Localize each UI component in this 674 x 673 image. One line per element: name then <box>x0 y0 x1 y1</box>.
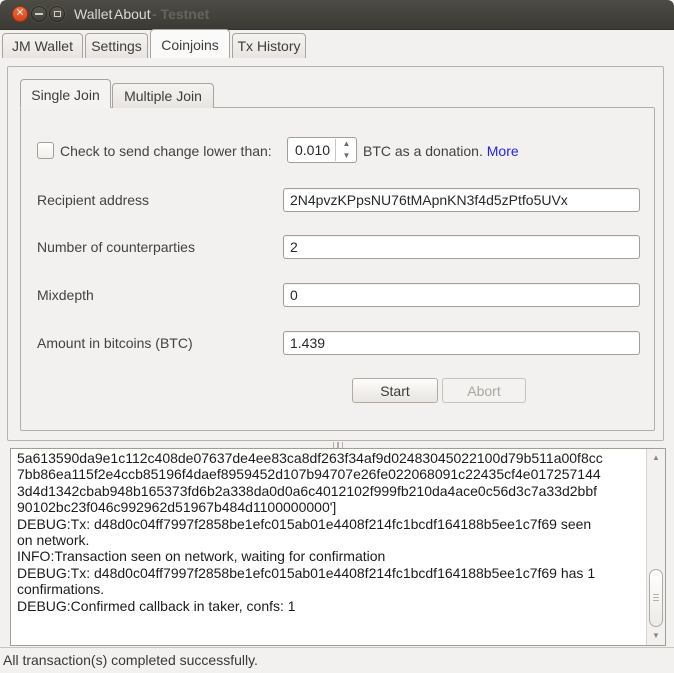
tab-jm-wallet[interactable]: JM Wallet <box>2 33 83 58</box>
splitter-handle[interactable] <box>330 441 346 448</box>
log-text: 5a613590da9e1c112c408de07637de4ee83ca8df… <box>17 450 645 614</box>
amount-btc-label: Amount in bitcoins (BTC) <box>37 335 193 351</box>
mixdepth-input[interactable] <box>283 283 640 307</box>
app-window: ✕ Wallet About - Testnet JM Wallet Setti… <box>0 0 674 673</box>
donation-suffix-label: BTC as a donation. More <box>363 143 519 159</box>
donation-suffix-text: BTC as a donation. <box>363 143 487 159</box>
log-line: confirmations. <box>17 581 645 597</box>
close-icon: ✕ <box>15 8 24 19</box>
start-button[interactable]: Start <box>352 378 438 403</box>
spinner-divider <box>335 139 336 161</box>
log-scrollbar[interactable]: ▲ ▼ <box>646 449 665 645</box>
donation-checkbox-label: Check to send change lower than: <box>60 143 272 159</box>
tab-single-join[interactable]: Single Join <box>20 79 111 108</box>
tab-settings[interactable]: Settings <box>85 33 148 58</box>
log-line: DEBUG:Tx: d48d0c04ff7997f2858be1efc015ab… <box>17 565 645 581</box>
maximize-button[interactable] <box>49 6 65 22</box>
scrollbar-thumb[interactable] <box>649 569 663 627</box>
more-link[interactable]: More <box>487 143 519 159</box>
log-output: 5a613590da9e1c112c408de07637de4ee83ca8df… <box>10 448 666 646</box>
log-line: DEBUG:Confirmed callback in taker, confs… <box>17 598 645 614</box>
status-message: All transaction(s) completed successfull… <box>3 652 258 668</box>
recipient-address-input[interactable] <box>283 188 640 212</box>
tab-multiple-join[interactable]: Multiple Join <box>112 83 214 108</box>
window-title-suffix: - Testnet <box>152 0 209 28</box>
abort-button[interactable]: Abort <box>442 378 526 403</box>
maximize-icon <box>54 11 61 17</box>
minimize-icon <box>35 13 43 15</box>
counterparties-label: Number of counterparties <box>37 239 195 255</box>
menu-about[interactable]: About <box>110 0 155 28</box>
scroll-down-icon[interactable]: ▼ <box>647 629 665 643</box>
statusbar: All transaction(s) completed successfull… <box>0 647 674 673</box>
titlebar: ✕ Wallet About - Testnet <box>0 0 674 30</box>
spinner-down-icon[interactable]: ▼ <box>337 150 356 162</box>
tab-coinjoins[interactable]: Coinjoins <box>150 29 230 58</box>
log-line: 7bb86ea115f2e4ccb85196f4daef8959452d107b… <box>17 466 645 482</box>
donation-amount-input[interactable] <box>288 138 339 162</box>
recipient-address-label: Recipient address <box>37 192 149 208</box>
scrollbar-grip <box>653 594 659 603</box>
donation-checkbox[interactable] <box>37 142 54 159</box>
tab-tx-history[interactable]: Tx History <box>232 33 306 58</box>
log-line: 5a613590da9e1c112c408de07637de4ee83ca8df… <box>17 450 645 466</box>
log-line: INFO:Transaction seen on network, waitin… <box>17 548 645 564</box>
close-button[interactable]: ✕ <box>12 6 28 22</box>
log-line: on network. <box>17 532 645 548</box>
log-line: 90102bc23f046c992962d51967b484d110000000… <box>17 499 645 515</box>
minimize-button[interactable] <box>31 6 47 22</box>
spinner-up-icon[interactable]: ▲ <box>337 138 356 150</box>
log-line: DEBUG:Tx: d48d0c04ff7997f2858be1efc015ab… <box>17 516 645 532</box>
counterparties-input[interactable] <box>283 235 640 259</box>
mixdepth-label: Mixdepth <box>37 287 94 303</box>
scroll-up-icon[interactable]: ▲ <box>647 451 665 465</box>
log-line: 3d4d1342cbab948b165373fd6b2a338da0d0a6c4… <box>17 483 645 499</box>
donation-amount-spinner[interactable]: ▲ ▼ <box>287 137 357 163</box>
amount-btc-input[interactable] <box>283 331 640 355</box>
